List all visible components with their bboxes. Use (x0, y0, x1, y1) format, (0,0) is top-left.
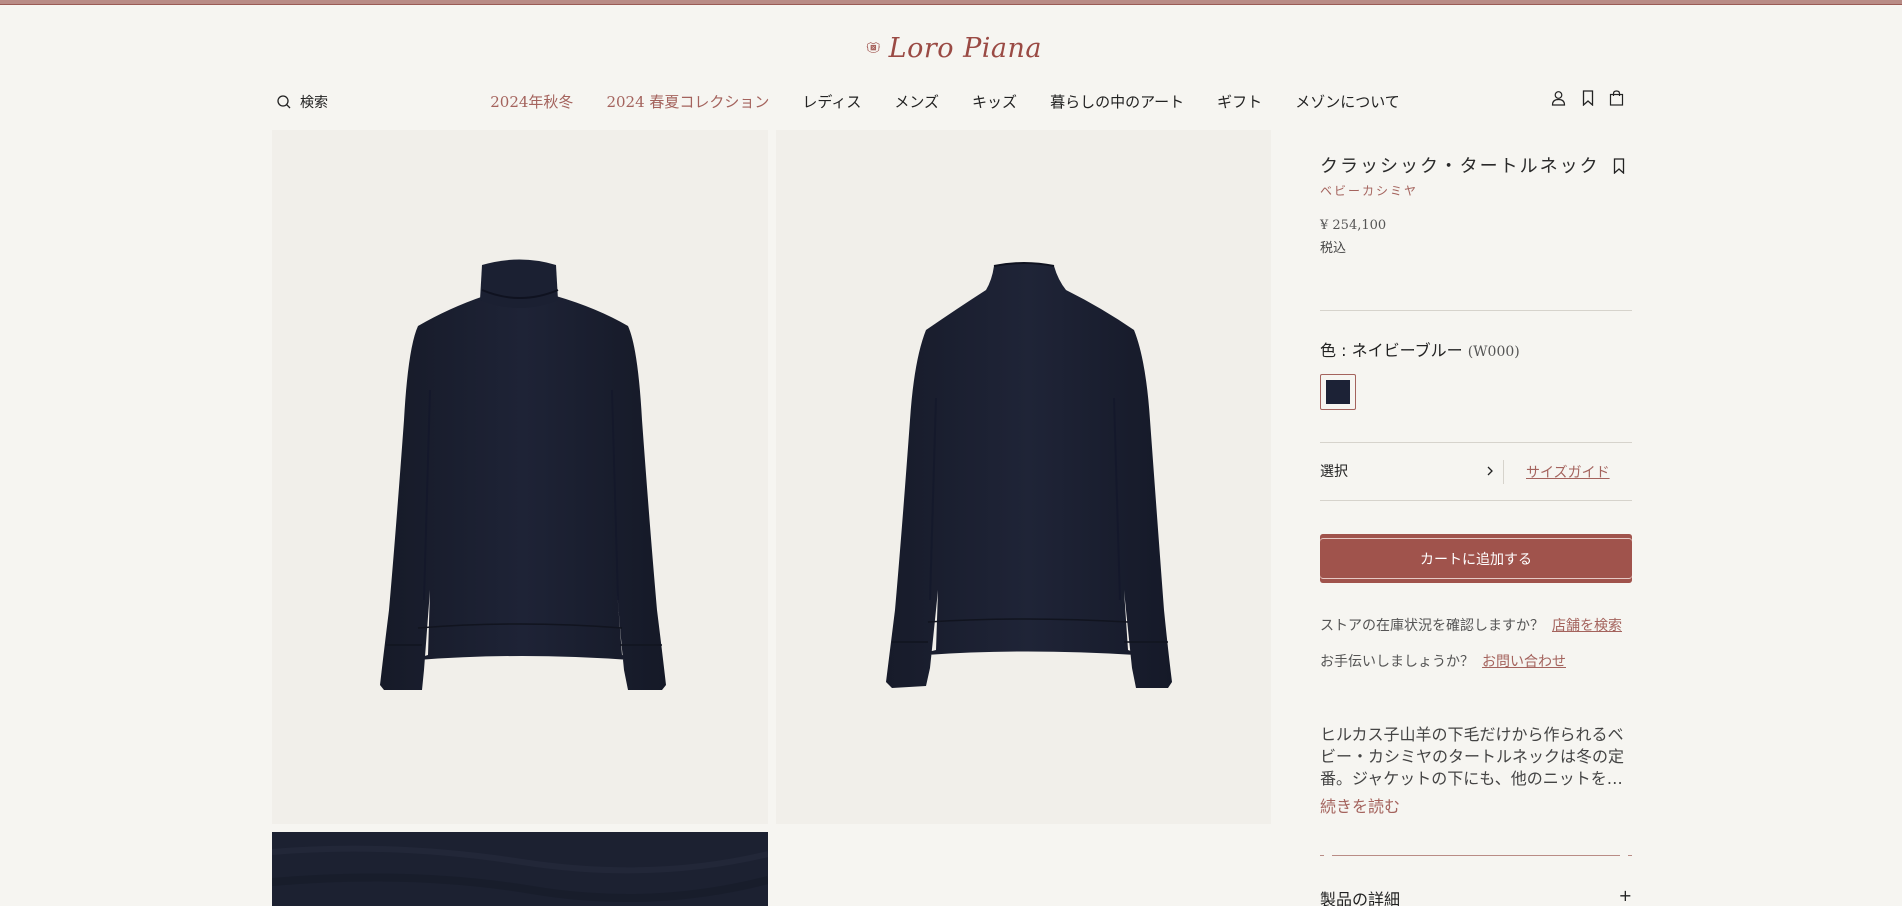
knit-texture-image (272, 845, 768, 902)
nav-item-maison[interactable]: メゾンについて (1295, 91, 1400, 113)
color-name: 色 : ネイビーブルー (1320, 341, 1463, 360)
product-description: ヒルカス子山羊の下毛だけから作られるベビー・カシミヤのタートルネックは冬の定番。… (1320, 725, 1625, 788)
contact-link[interactable]: お問い合わせ (1482, 654, 1566, 670)
search-icon (277, 95, 291, 109)
product-image-front[interactable] (272, 130, 768, 824)
divider (1320, 310, 1632, 311)
bookmark-icon (1613, 158, 1625, 175)
turtleneck-front-image (380, 259, 666, 690)
product-title: クラッシック・タートルネック (1320, 156, 1600, 177)
divider (1503, 460, 1504, 484)
tax-note: 税込 (1320, 241, 1347, 256)
plus-icon: + (1618, 886, 1632, 905)
chevron-right-icon (1487, 466, 1493, 476)
nav-item-gifts[interactable]: ギフト (1217, 91, 1262, 113)
brand-name: Loro Piana (888, 32, 1042, 64)
store-search-link[interactable]: 店舗を検索 (1552, 618, 1622, 634)
product-image-back[interactable] (776, 130, 1271, 824)
brand-logo[interactable]: Loro Piana (866, 28, 1042, 68)
product-material: ベビーカシミヤ (1320, 184, 1419, 198)
help-question: お手伝いしましょうか？ (1320, 654, 1474, 670)
search-label: 検索 (300, 95, 328, 111)
bookmark-icon[interactable] (1580, 88, 1595, 108)
size-select[interactable]: 選択 (1320, 460, 1495, 482)
color-label: 色 : ネイビーブルー (W000) (1320, 337, 1520, 361)
read-more-link[interactable]: 続きを読む (1320, 793, 1400, 817)
decorative-divider (1320, 855, 1632, 856)
divider (1320, 442, 1632, 443)
color-swatch-navy[interactable] (1320, 374, 1356, 410)
user-icon[interactable] (1551, 88, 1566, 108)
store-stock-question: ストアの在庫状況を確認しますか？ (1320, 618, 1544, 634)
header-actions (1551, 88, 1624, 108)
top-accent-bar (0, 0, 1902, 5)
size-select-label: 選択 (1320, 464, 1348, 480)
turtleneck-back-image (886, 262, 1172, 688)
swatch-fill (1326, 380, 1350, 404)
nav-item-ss2024[interactable]: 2024 春夏コレクション (606, 91, 769, 113)
product-price: ¥ 254,100 (1320, 218, 1387, 233)
nav-item-kids[interactable]: キッズ (972, 91, 1017, 113)
color-code: (W000) (1467, 344, 1520, 360)
divider (1320, 500, 1632, 501)
shopping-bag-icon[interactable] (1609, 88, 1624, 108)
product-details-toggle[interactable]: 製品の詳細 + (1320, 886, 1632, 906)
details-label: 製品の詳細 (1320, 890, 1401, 906)
size-guide-link[interactable]: サイズガイド (1526, 462, 1610, 482)
search-button[interactable]: 検索 (276, 90, 328, 114)
nav-item-art-of-living[interactable]: 暮らしの中のアート (1050, 91, 1184, 113)
add-to-wishlist-button[interactable] (1613, 158, 1627, 176)
help-row: お手伝いしましょうか？ お問い合わせ (1320, 651, 1566, 671)
nav-item-ladies[interactable]: レディス (802, 91, 861, 113)
add-to-cart-button[interactable]: カートに追加する (1320, 534, 1632, 583)
store-stock-row: ストアの在庫状況を確認しますか？ 店舗を検索 (1320, 615, 1622, 635)
nav-item-mens[interactable]: メンズ (894, 91, 939, 113)
crest-icon (866, 42, 881, 53)
nav-item-fw2024[interactable]: 2024年秋冬 (490, 91, 573, 113)
product-image-texture[interactable] (272, 832, 768, 906)
